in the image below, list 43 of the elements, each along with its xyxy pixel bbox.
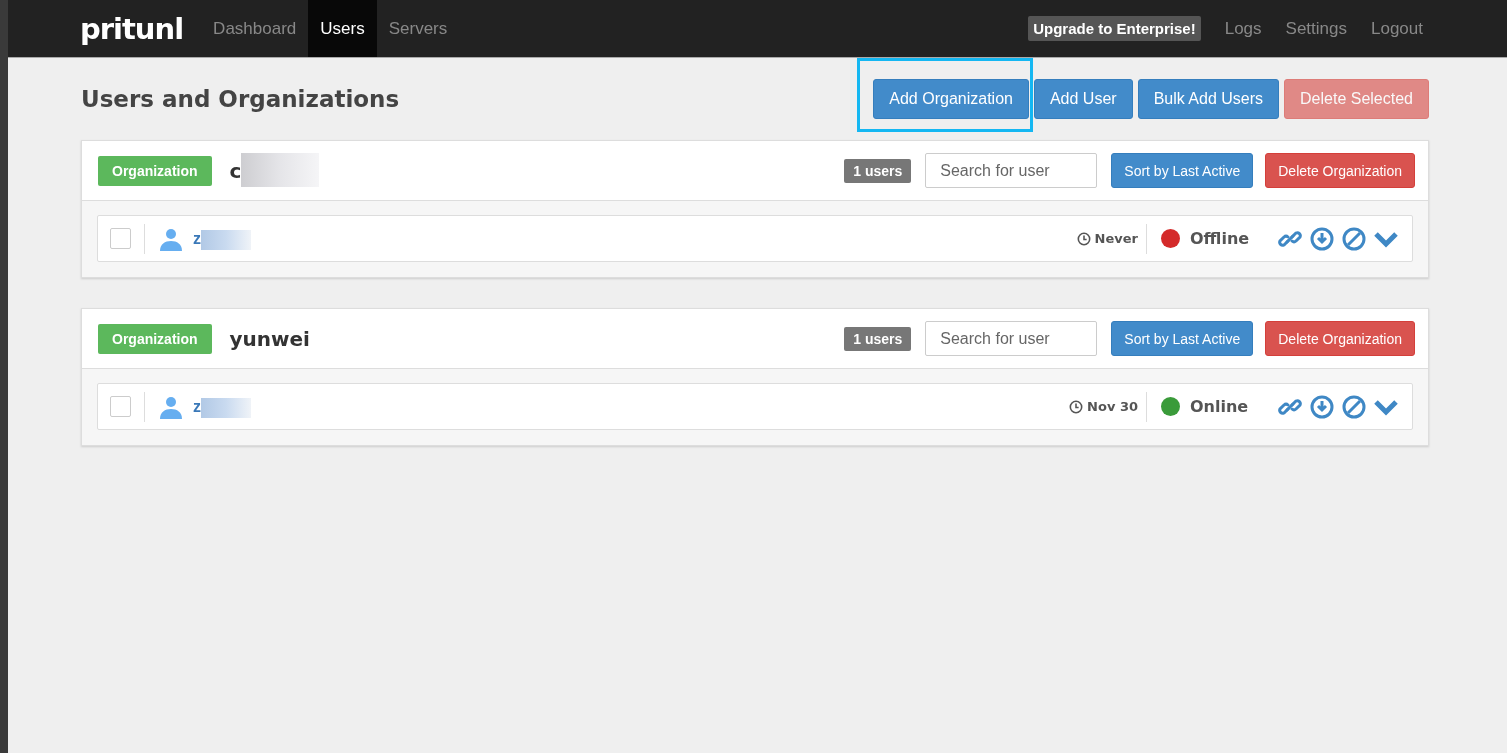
nav-tab[interactable]: Users — [308, 0, 377, 57]
checkbox[interactable] — [110, 228, 131, 249]
delete-organization-button[interactable]: Delete Organization — [1265, 321, 1415, 356]
search-field[interactable]: Search for user — [925, 321, 1098, 356]
organization-name: c — [229, 158, 242, 183]
last-active-time: Nov 30 — [1087, 399, 1138, 414]
upgrade-button[interactable]: Upgrade to Enterprise! — [1028, 16, 1201, 41]
brand-logo[interactable]: pritunl — [80, 11, 184, 46]
toolbar-button[interactable]: Add Organization — [873, 79, 1029, 119]
status-text: Offline — [1190, 229, 1251, 248]
toolbar-button[interactable]: Bulk Add Users — [1137, 79, 1280, 119]
checkbox[interactable] — [110, 396, 131, 417]
nav-link[interactable]: Settings — [1273, 0, 1359, 57]
nav-tab[interactable]: Dashboard — [201, 0, 309, 57]
disable-icon[interactable] — [1342, 394, 1366, 419]
user-count: 1 users — [844, 326, 912, 351]
delete-organization-button[interactable]: Delete Organization — [1265, 153, 1415, 188]
nav-link[interactable]: Logout — [1359, 0, 1435, 57]
last-active-time: Never — [1094, 231, 1138, 246]
status-text: Online — [1190, 397, 1250, 416]
user-row[interactable]: z Never Offline — [97, 215, 1413, 262]
search-field[interactable]: Search for user — [925, 153, 1098, 188]
organization-label: Organization — [98, 155, 212, 186]
disable-icon[interactable] — [1342, 226, 1366, 251]
nav-tab[interactable]: Servers — [376, 0, 460, 57]
user-count: 1 users — [844, 158, 912, 183]
user-row[interactable]: z Nov 30 Online — [97, 383, 1413, 430]
user-icon — [159, 226, 183, 251]
user-name[interactable]: z — [193, 229, 201, 247]
user-icon — [159, 394, 183, 419]
organization-label: Organization — [98, 323, 212, 354]
sort-button[interactable]: Sort by Last Active — [1111, 321, 1254, 356]
user-name[interactable]: z — [193, 397, 201, 415]
download-icon[interactable] — [1310, 394, 1334, 419]
organization-name: yunwei — [229, 326, 310, 351]
page-title: Users and Organizations — [81, 86, 401, 112]
clock-icon — [1076, 231, 1091, 246]
clock-icon — [1069, 399, 1084, 414]
toolbar-button[interactable]: Delete Selected — [1284, 79, 1429, 119]
sort-button[interactable]: Sort by Last Active — [1111, 153, 1254, 188]
toolbar-button[interactable]: Add User — [1033, 79, 1133, 119]
nav-link[interactable]: Logs — [1212, 0, 1274, 57]
download-icon[interactable] — [1310, 226, 1334, 251]
